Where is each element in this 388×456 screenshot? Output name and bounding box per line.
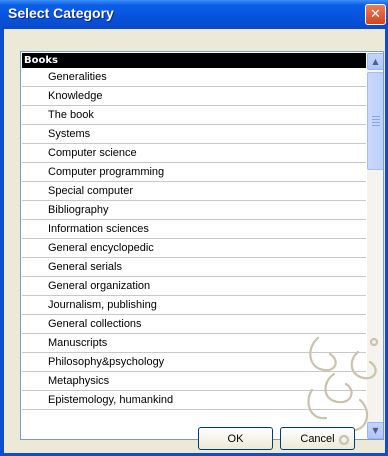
- scrollbar-thumb[interactable]: [367, 72, 383, 170]
- list-item[interactable]: Generalities: [22, 68, 366, 87]
- category-list[interactable]: Books Generalities Knowledge The book Syste…: [20, 51, 384, 440]
- select-category-dialog: Select Category ✕ Books Generalities Know…: [0, 0, 388, 456]
- dialog-title: Select Category: [8, 5, 114, 21]
- list-item[interactable]: Metaphysics: [22, 372, 366, 391]
- dialog-body: Books Generalities Knowledge The book Syste…: [4, 29, 385, 453]
- thumb-grip-line: [372, 122, 380, 123]
- thumb-grip-line: [372, 116, 380, 117]
- list-item[interactable]: Epistemology, humankind: [22, 391, 366, 410]
- list-item[interactable]: General collections: [22, 315, 366, 334]
- list-item[interactable]: General encyclopedic: [22, 239, 366, 258]
- scroll-down-button[interactable]: ▼: [367, 422, 383, 439]
- list-item[interactable]: Manuscripts: [22, 334, 366, 353]
- category-list-items: Books Generalities Knowledge The book Syste…: [22, 53, 366, 410]
- list-item[interactable]: Systems: [22, 125, 366, 144]
- list-item[interactable]: The book: [22, 106, 366, 125]
- list-item[interactable]: Special computer: [22, 182, 366, 201]
- cancel-button[interactable]: Cancel: [280, 427, 355, 450]
- list-item[interactable]: General serials: [22, 258, 366, 277]
- list-item[interactable]: Information sciences: [22, 220, 366, 239]
- scroll-up-button[interactable]: ▲: [367, 53, 383, 70]
- close-button[interactable]: ✕: [365, 4, 386, 25]
- list-item[interactable]: Knowledge: [22, 87, 366, 106]
- list-item[interactable]: Computer programming: [22, 163, 366, 182]
- list-item[interactable]: Bibliography: [22, 201, 366, 220]
- thumb-grip-line: [372, 119, 380, 120]
- title-bar[interactable]: Select Category ✕: [0, 0, 388, 29]
- list-item[interactable]: Philosophy&psychology: [22, 353, 366, 372]
- vertical-scrollbar[interactable]: ▲ ▼: [367, 53, 383, 439]
- ok-button[interactable]: OK: [198, 427, 273, 450]
- thumb-grip-line: [372, 125, 380, 126]
- list-item-selected[interactable]: Books: [22, 53, 366, 68]
- close-icon: ✕: [370, 7, 381, 22]
- list-item[interactable]: Computer science: [22, 144, 366, 163]
- arrow-down-icon: ▼: [372, 426, 379, 435]
- arrow-up-icon: ▲: [372, 57, 379, 66]
- list-item[interactable]: Journalism, publishing: [22, 296, 366, 315]
- list-item[interactable]: General organization: [22, 277, 366, 296]
